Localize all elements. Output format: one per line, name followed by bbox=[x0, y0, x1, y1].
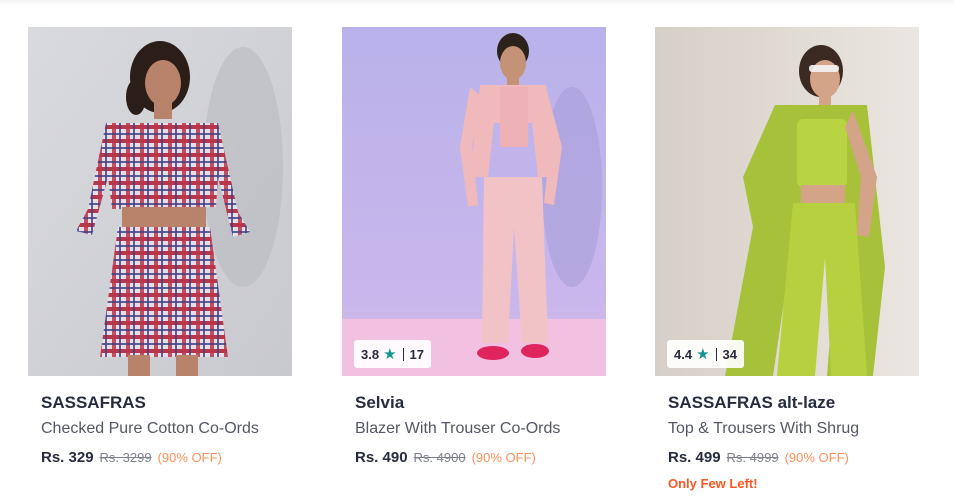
product-brand[interactable]: Selvia bbox=[355, 392, 606, 414]
rating-value: 3.8 bbox=[361, 346, 380, 362]
rating-count: 34 bbox=[722, 346, 737, 362]
product-discount: (90% OFF) bbox=[157, 450, 222, 465]
product-name[interactable]: Top & Trousers With Shrug bbox=[668, 419, 919, 439]
price-row: Rs. 499 Rs. 4999 (90% OFF) bbox=[668, 449, 919, 466]
stock-warning: Only Few Left! bbox=[668, 476, 758, 491]
product-name[interactable]: Checked Pure Cotton Co-Ords bbox=[41, 419, 292, 439]
product-brand[interactable]: SASSAFRAS alt-laze bbox=[668, 392, 919, 414]
price-row: Rs. 329 Rs. 3299 (90% OFF) bbox=[41, 449, 292, 466]
product-price: Rs. 329 bbox=[41, 449, 94, 466]
product-discount: (90% OFF) bbox=[471, 450, 536, 465]
star-icon: ★ bbox=[696, 345, 710, 363]
price-row: Rs. 490 Rs. 4900 (90% OFF) bbox=[355, 449, 606, 466]
product-brand[interactable]: SASSAFRAS bbox=[41, 392, 292, 414]
rating-badge: 4.4 ★ 34 bbox=[667, 340, 744, 368]
rating-count: 17 bbox=[409, 346, 424, 362]
product-card[interactable]: SASSAFRAS Checked Pure Cotton Co-Ords Rs… bbox=[28, 27, 292, 466]
product-image[interactable]: 4.4 ★ 34 bbox=[655, 27, 919, 376]
product-mrp: Rs. 4900 bbox=[413, 450, 466, 465]
product-grid: SASSAFRAS Checked Pure Cotton Co-Ords Rs… bbox=[0, 0, 954, 497]
rating-value: 4.4 bbox=[674, 346, 693, 362]
rating-badge: 3.8 ★ 17 bbox=[354, 340, 431, 368]
product-discount: (90% OFF) bbox=[784, 450, 849, 465]
rating-divider bbox=[715, 347, 717, 361]
product-price: Rs. 490 bbox=[355, 449, 408, 466]
product-mrp: Rs. 3299 bbox=[99, 450, 152, 465]
star-icon: ★ bbox=[383, 345, 397, 363]
product-mrp: Rs. 4999 bbox=[726, 450, 779, 465]
product-image[interactable]: 3.8 ★ 17 bbox=[342, 27, 606, 376]
product-image[interactable] bbox=[28, 27, 292, 376]
rating-divider bbox=[402, 347, 404, 361]
product-price: Rs. 499 bbox=[668, 449, 721, 466]
product-card[interactable]: 4.4 ★ 34 SASSAFRAS alt-laze Top & Trouse… bbox=[655, 27, 919, 491]
product-card[interactable]: 3.8 ★ 17 Selvia Blazer With Trouser Co-O… bbox=[342, 27, 606, 466]
product-name[interactable]: Blazer With Trouser Co-Ords bbox=[355, 419, 606, 439]
